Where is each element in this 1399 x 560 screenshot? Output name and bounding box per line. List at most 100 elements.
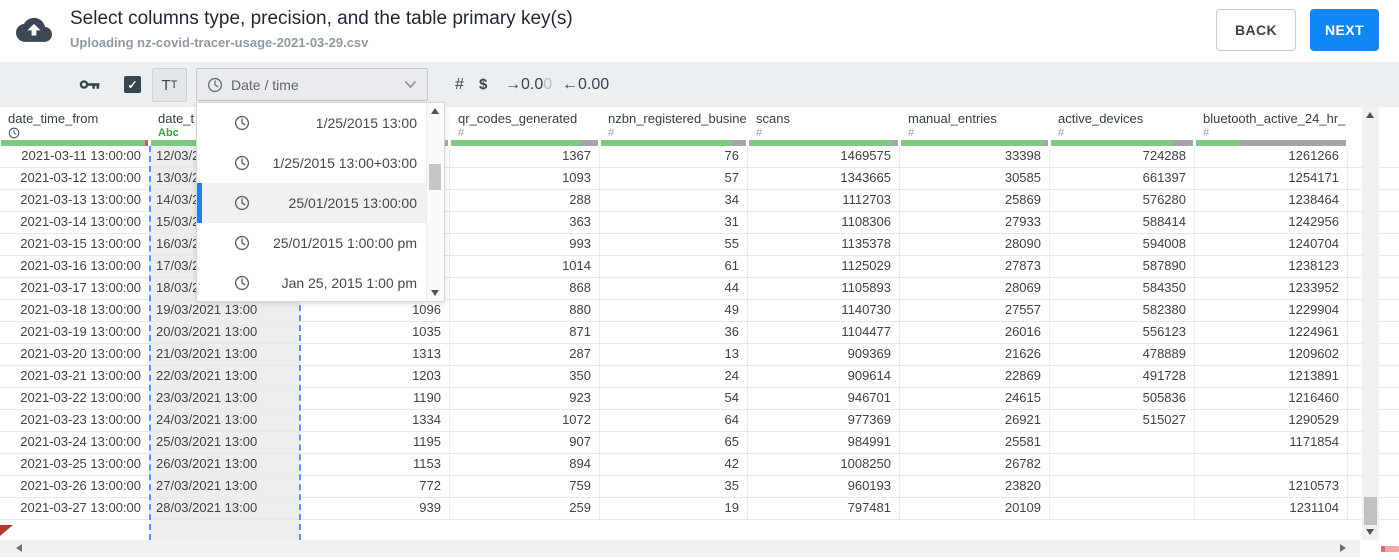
vertical-scroll-thumb[interactable] — [1364, 497, 1377, 525]
cell[interactable]: 1105893 — [748, 278, 900, 299]
cell[interactable]: 1008250 — [748, 454, 900, 475]
cell[interactable]: 1108306 — [748, 212, 900, 233]
cell[interactable]: 1469575 — [748, 146, 900, 167]
cell[interactable]: 28069 — [900, 278, 1050, 299]
vertical-scrollbar[interactable] — [1362, 107, 1379, 540]
date-format-option[interactable]: 1/25/2015 13:00 — [197, 103, 427, 143]
cell[interactable]: 28090 — [900, 234, 1050, 255]
cell[interactable]: 25/03/2021 13:00 — [150, 432, 300, 453]
column-header-active_devices[interactable]: active_devices # — [1050, 107, 1195, 146]
date-format-option[interactable]: 25/01/2015 13:00:00 — [197, 183, 427, 223]
cell[interactable]: 2021-03-22 13:00:00 — [0, 388, 150, 409]
cell[interactable]: 65 — [600, 432, 748, 453]
column-header-date_time_from[interactable]: date_time_from — [0, 107, 150, 146]
cell[interactable]: 1153 — [300, 454, 450, 475]
cell[interactable]: 288 — [450, 190, 600, 211]
cell[interactable]: 44 — [600, 278, 748, 299]
cell[interactable]: 20109 — [900, 498, 1050, 519]
cell[interactable]: 1242956 — [1195, 212, 1348, 233]
cell[interactable]: 2021-03-25 13:00:00 — [0, 454, 150, 475]
cell[interactable] — [1050, 498, 1195, 519]
dropdown-scroll-up-arrow[interactable] — [431, 108, 439, 114]
cell[interactable]: 797481 — [748, 498, 900, 519]
cell[interactable]: 2021-03-11 13:00:00 — [0, 146, 150, 167]
cell[interactable]: 20/03/2021 13:00 — [150, 322, 300, 343]
cell[interactable]: 363 — [450, 212, 600, 233]
primary-key-icon[interactable] — [79, 76, 102, 98]
cell[interactable] — [1195, 454, 1348, 475]
date-format-option[interactable]: Jan 25, 2015 1:00 pm — [197, 263, 427, 303]
cell[interactable]: 64 — [600, 410, 748, 431]
cell[interactable]: 22869 — [900, 366, 1050, 387]
cell[interactable] — [1050, 476, 1195, 497]
cell[interactable]: 24/03/2021 13:00 — [150, 410, 300, 431]
cell[interactable]: 30585 — [900, 168, 1050, 189]
cell[interactable]: 1254171 — [1195, 168, 1348, 189]
cell[interactable]: 1171854 — [1195, 432, 1348, 453]
text-type-button[interactable]: TT — [152, 68, 187, 102]
cell[interactable]: 2021-03-12 13:00:00 — [0, 168, 150, 189]
cell[interactable]: 1203 — [300, 366, 450, 387]
cell[interactable]: 2021-03-14 13:00:00 — [0, 212, 150, 233]
cell[interactable]: 661397 — [1050, 168, 1195, 189]
cell[interactable]: 582380 — [1050, 300, 1195, 321]
cell[interactable]: 259 — [450, 498, 600, 519]
date-format-option[interactable]: 1/25/2015 13:00+03:00 — [197, 143, 427, 183]
cell[interactable]: 478889 — [1050, 344, 1195, 365]
cell[interactable]: 49 — [600, 300, 748, 321]
column-header-nzbn_registered_busine[interactable]: nzbn_registered_busine # — [600, 107, 748, 146]
cell[interactable]: 2021-03-18 13:00:00 — [0, 300, 150, 321]
cell[interactable]: 1135378 — [748, 234, 900, 255]
column-header-bluetooth_active_24_hr_[interactable]: bluetooth_active_24_hr_ # — [1195, 107, 1348, 146]
cell[interactable]: 1224961 — [1195, 322, 1348, 343]
cell[interactable]: 556123 — [1050, 322, 1195, 343]
column-header-manual_entries[interactable]: manual_entries # — [900, 107, 1050, 146]
cell[interactable]: 27/03/2021 13:00 — [150, 476, 300, 497]
date-time-type-select[interactable]: Date / time — [196, 68, 428, 101]
cell[interactable]: 28/03/2021 13:00 — [150, 498, 300, 519]
cell[interactable]: 515027 — [1050, 410, 1195, 431]
cell[interactable]: 350 — [450, 366, 600, 387]
cell[interactable]: 1213891 — [1195, 366, 1348, 387]
dropdown-scroll-thumb[interactable] — [429, 164, 441, 190]
cell[interactable]: 21/03/2021 13:00 — [150, 344, 300, 365]
cell[interactable]: 2021-03-24 13:00:00 — [0, 432, 150, 453]
cell[interactable]: 1290529 — [1195, 410, 1348, 431]
number-type-button[interactable]: # — [455, 62, 464, 107]
cell[interactable]: 54 — [600, 388, 748, 409]
cell[interactable]: 977369 — [748, 410, 900, 431]
cell[interactable]: 287 — [450, 344, 600, 365]
cell[interactable]: 984991 — [748, 432, 900, 453]
cell[interactable]: 1240704 — [1195, 234, 1348, 255]
cell[interactable]: 2021-03-23 13:00:00 — [0, 410, 150, 431]
cell[interactable]: 1343665 — [748, 168, 900, 189]
include-column-checkbox[interactable]: ✓ — [124, 76, 141, 93]
horizontal-scrollbar[interactable] — [0, 540, 1360, 557]
cell[interactable]: 1125029 — [748, 256, 900, 277]
scroll-down-arrow[interactable] — [1366, 529, 1374, 535]
cell[interactable]: 36 — [600, 322, 748, 343]
cell[interactable]: 871 — [450, 322, 600, 343]
cell[interactable]: 1231104 — [1195, 498, 1348, 519]
cell[interactable]: 2021-03-16 13:00:00 — [0, 256, 150, 277]
cell[interactable]: 2021-03-17 13:00:00 — [0, 278, 150, 299]
cell[interactable]: 1233952 — [1195, 278, 1348, 299]
cell[interactable]: 1238464 — [1195, 190, 1348, 211]
cell[interactable]: 1093 — [450, 168, 600, 189]
cell[interactable]: 2021-03-13 13:00:00 — [0, 190, 150, 211]
cell[interactable]: 1216460 — [1195, 388, 1348, 409]
cell[interactable]: 1190 — [300, 388, 450, 409]
cell[interactable]: 588414 — [1050, 212, 1195, 233]
date-format-option[interactable]: 25/01/2015 1:00:00 pm — [197, 223, 427, 263]
cell[interactable]: 24615 — [900, 388, 1050, 409]
column-header-qr_codes_generated[interactable]: qr_codes_generated # — [450, 107, 600, 146]
dropdown-scrollbar[interactable] — [426, 103, 444, 301]
cell[interactable]: 25581 — [900, 432, 1050, 453]
decrease-decimal-button[interactable]: ←0.00 — [562, 62, 609, 107]
cell[interactable]: 1313 — [300, 344, 450, 365]
cell[interactable]: 26921 — [900, 410, 1050, 431]
cell[interactable]: 759 — [450, 476, 600, 497]
cell[interactable]: 27557 — [900, 300, 1050, 321]
cell[interactable]: 1140730 — [748, 300, 900, 321]
cell[interactable]: 923 — [450, 388, 600, 409]
